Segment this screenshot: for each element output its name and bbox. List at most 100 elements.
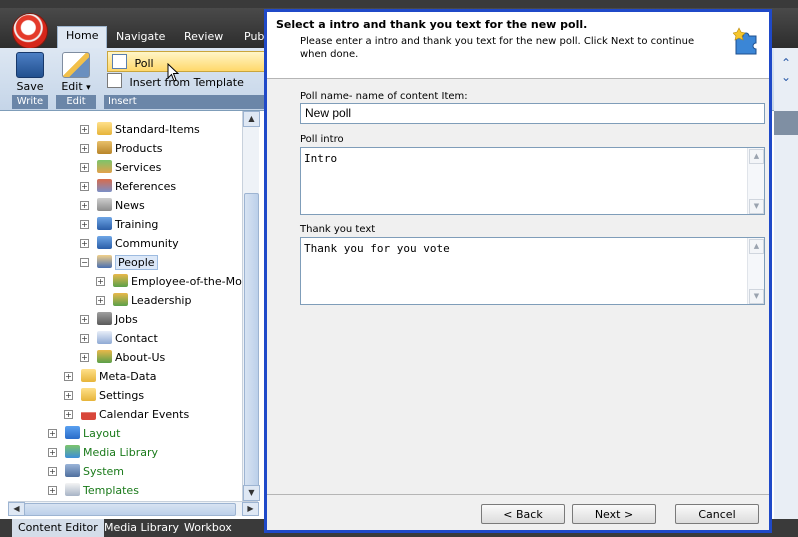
database-icon [97,217,112,230]
template-icon [65,483,80,496]
image-icon [65,445,80,458]
expand-icon[interactable]: + [64,372,73,381]
expand-icon[interactable]: + [80,201,89,210]
expand-icon[interactable]: + [48,448,57,457]
expand-icon[interactable]: + [48,467,57,476]
tab-home[interactable]: Home [57,26,108,48]
people-icon [97,160,112,173]
tree-horizontal-scrollbar[interactable]: ◀ ▶ [8,501,259,516]
expand-icon[interactable]: + [80,315,89,324]
thank-you-text: Thank you for you vote [304,242,450,255]
tab-navigate[interactable]: Navigate [108,28,173,46]
back-button[interactable]: < Back [481,504,565,524]
scroll-up-icon[interactable]: ▲ [749,149,764,164]
expand-icon[interactable]: + [80,353,89,362]
wizard-puzzle-icon [733,27,757,55]
tree-item[interactable]: − People [80,254,158,272]
tree-item[interactable]: + Community [80,235,179,253]
tree-item-label: Media Library [83,446,158,459]
poll-name-input[interactable]: New poll [300,103,765,124]
tree-item-label: Calendar Events [99,408,190,421]
tree-item[interactable]: + Services [80,159,161,177]
scroll-left-icon[interactable]: ◀ [8,502,25,516]
expand-icon[interactable]: + [48,429,57,438]
database-icon [97,236,112,249]
tree-scroll-thumb[interactable] [244,193,259,495]
tree-vertical-scrollbar[interactable]: ▲ ▼ [242,111,260,501]
scroll-down-icon[interactable]: ▼ [749,289,764,304]
document-icon [107,73,122,88]
tree-item[interactable]: + Layout [48,425,120,443]
folder-icon [81,369,96,382]
cancel-button[interactable]: Cancel [675,504,759,524]
poll-intro-textarea[interactable]: Intro ▲ ▼ [300,147,765,215]
group-icon [113,274,128,287]
tree-item[interactable]: + Products [80,140,163,158]
scroll-up-icon[interactable]: ▲ [749,239,764,254]
poll-button[interactable]: Poll [107,51,267,72]
tree-item[interactable]: + Meta-Data [64,368,157,386]
layout-icon [65,426,80,439]
tree-item[interactable]: + About-Us [80,349,165,367]
save-button[interactable]: Save [12,52,48,93]
thank-you-textarea[interactable]: Thank you for you vote ▲ ▼ [300,237,765,305]
tree-item[interactable]: + Calendar Events [64,406,189,424]
scroll-down-icon[interactable]: ▼ [749,199,764,214]
collapse-icon[interactable]: − [80,258,89,267]
tree-item[interactable]: + Settings [64,387,144,405]
tree-item[interactable]: + Training [80,216,158,234]
tree-item[interactable]: + Media Library [48,444,158,462]
expand-icon[interactable]: + [96,277,105,286]
dialog-footer-divider [267,494,769,495]
tree-item-label: Meta-Data [99,370,157,383]
tree-item-label: Employee-of-the-Mont [131,275,242,288]
expand-icon[interactable]: + [64,391,73,400]
expand-icon[interactable]: + [80,239,89,248]
tab-content-editor[interactable]: Content Editor [12,519,104,537]
save-label: Save [16,80,44,93]
tree-hscroll-thumb[interactable] [24,503,236,516]
scroll-right-icon[interactable]: ▶ [242,502,259,516]
edit-pencil-icon [62,52,90,78]
group-icon [97,350,112,363]
tab-media-library[interactable]: Media Library [98,519,185,537]
tree-item[interactable]: + News [80,197,145,215]
tree-item[interactable]: + Employee-of-the-Mont [96,273,242,291]
scroll-down-icon[interactable]: ▼ [243,485,260,501]
tab-workbox[interactable]: Workbox [178,519,238,537]
expand-icon[interactable]: + [80,125,89,134]
tree-item[interactable]: + Jobs [80,311,138,329]
expand-icon[interactable]: + [80,182,89,191]
edit-button[interactable]: Edit ▾ [56,52,96,93]
scroll-up-icon[interactable]: ▲ [243,111,260,127]
tree-item-label: Community [115,237,179,250]
expand-icon[interactable]: + [64,410,73,419]
tree-item[interactable]: + Leadership [96,292,191,310]
tree-item[interactable]: + References [80,178,176,196]
tree-item[interactable]: + Contact [80,330,158,348]
expand-icon[interactable]: + [80,220,89,229]
insert-from-template-label: Insert from Template [129,76,244,89]
expand-icon[interactable]: + [48,486,57,495]
tree-item[interactable]: + Templates [48,482,139,500]
poll-intro-scrollbar[interactable]: ▲ ▼ [747,148,764,214]
tree-item-label: References [115,180,177,193]
tree-item[interactable]: + System [48,463,124,481]
contact-icon [97,331,112,344]
expand-icon[interactable]: + [96,296,105,305]
tree-item[interactable]: + Standard-Items [80,121,200,139]
expand-icon[interactable]: + [80,144,89,153]
collapse-ribbon-icon[interactable]: ⌃ ⌄ [781,56,791,84]
folder-icon [97,122,112,135]
next-button[interactable]: Next > [572,504,656,524]
thank-you-scrollbar[interactable]: ▲ ▼ [747,238,764,304]
mouse-cursor-icon [167,63,180,82]
people-board-icon [97,255,112,268]
expand-icon[interactable]: + [80,163,89,172]
poll-name-label: Poll name- name of content Item: [300,91,468,102]
app-logo-button[interactable] [12,13,48,49]
tab-review[interactable]: Review [176,28,231,46]
expand-icon[interactable]: + [80,334,89,343]
calendar-icon [81,407,96,420]
dialog-title: Select a intro and thank you text for th… [276,18,588,31]
